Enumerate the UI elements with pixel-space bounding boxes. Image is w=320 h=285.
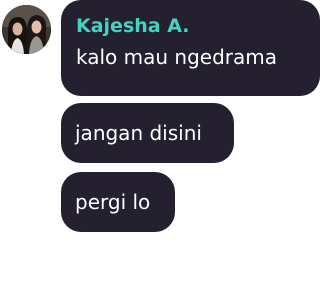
message-bubble-2[interactable]: jangan disini bbox=[61, 103, 234, 163]
message-text-3: pergi lo bbox=[75, 190, 151, 214]
profile-photo-icon bbox=[2, 5, 51, 54]
sender-avatar[interactable] bbox=[2, 5, 51, 54]
message-bubble-3[interactable]: pergi lo bbox=[61, 172, 175, 232]
message-text-1: kalo mau ngedrama bbox=[76, 45, 277, 69]
message-bubble-1[interactable]: Kajesha A. kalo mau ngedrama bbox=[61, 0, 320, 96]
message-text-2: jangan disini bbox=[75, 121, 202, 145]
sender-name[interactable]: Kajesha A. bbox=[76, 14, 306, 38]
